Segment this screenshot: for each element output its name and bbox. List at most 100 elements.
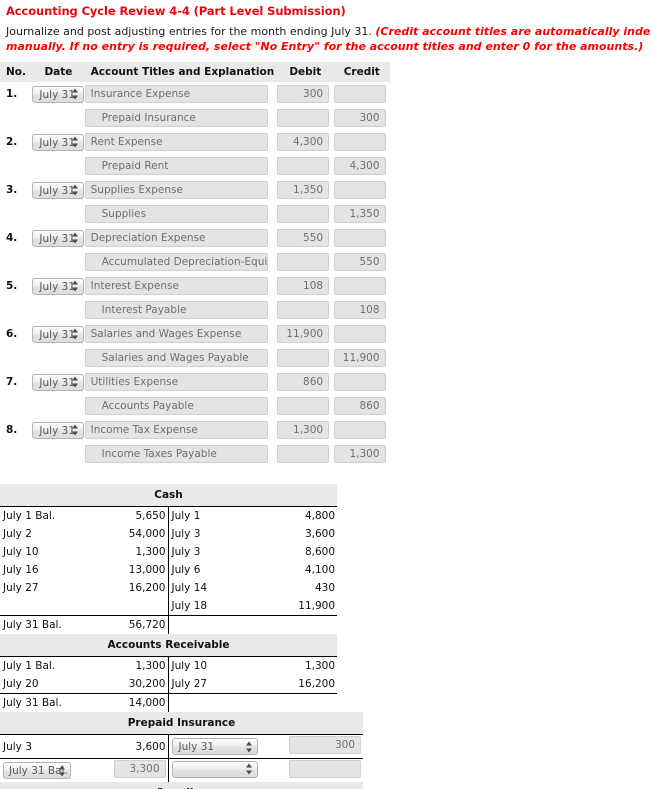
entry-debit-input-4c[interactable] xyxy=(277,301,330,319)
entry-debit-input-6d[interactable]: 860 xyxy=(277,373,330,391)
cash-debit-amount-4: 16,200 xyxy=(128,582,166,594)
entry-credit-input-2d[interactable] xyxy=(333,181,386,199)
entry-number: 2. xyxy=(6,136,18,148)
entry-account-input-0d[interactable]: Insurance Expense xyxy=(84,85,268,103)
ar-debit-amount-0: 1,300 xyxy=(110,656,168,675)
entry-debit-input-3c[interactable] xyxy=(277,253,330,271)
pi-debit-amount-0: 3,600 xyxy=(110,734,168,759)
cash-debit-amount-2: 1,300 xyxy=(135,546,166,558)
entry-credit-input-7d[interactable] xyxy=(333,421,386,439)
entry-debit-input-1c[interactable] xyxy=(277,157,330,175)
pi-credit-input-1[interactable] xyxy=(289,760,361,778)
entry-account-input-6c[interactable]: Accounts Payable xyxy=(84,397,268,415)
entry-account-input-3c[interactable]: Accumulated Depreciation-Equipment xyxy=(84,253,268,271)
ar-credit-label-0: July 10 xyxy=(167,656,278,675)
ledger-row: July 1 Bal. 1,300 July 10 1,300 xyxy=(0,656,338,675)
entry-account-input-3d[interactable]: Depreciation Expense xyxy=(84,229,268,247)
journal-entry-row: 3. July 31 Supplies Expense 1,350 xyxy=(0,178,390,202)
entry-account-input-7c[interactable]: Income Taxes Payable xyxy=(84,445,268,463)
cash-credit-amount-5: 11,900 xyxy=(278,597,338,616)
ar-balance-spacer-1 xyxy=(167,693,278,712)
entry-debit-input-7d[interactable]: 1,300 xyxy=(277,421,330,439)
entry-debit-input-2c[interactable] xyxy=(277,205,330,223)
entry-credit-input-3d[interactable] xyxy=(333,229,386,247)
ar-balance-spacer-2 xyxy=(278,694,337,713)
entry-number: 6. xyxy=(6,328,18,340)
entry-date-select-1-value: July 31 xyxy=(39,136,76,149)
pi-date-select-1[interactable] xyxy=(171,760,258,778)
entry-account-input-6d[interactable]: Utilities Expense xyxy=(84,373,268,391)
page-title: Accounting Cycle Review 4-4 (Part Level … xyxy=(6,4,346,18)
entry-debit-input-1d[interactable]: 4,300 xyxy=(277,133,330,151)
ar-debit-amount-1: 30,200 xyxy=(110,675,168,694)
entry-date-select-1[interactable]: July 31 xyxy=(32,133,85,151)
ledger-row: July 18 11,900 xyxy=(0,597,338,616)
entry-credit-cell xyxy=(333,418,390,442)
updown-arrows-icon xyxy=(72,136,79,148)
entry-debit-cell xyxy=(277,346,333,370)
entry-credit-cell xyxy=(333,274,390,298)
entry-debit-input-3d[interactable]: 550 xyxy=(277,229,330,247)
journal-entry-row: Prepaid Rent 4,300 xyxy=(0,154,390,178)
entry-date-select-7[interactable]: July 31 xyxy=(32,421,85,439)
entry-account-cell: Rent Expense xyxy=(84,130,277,154)
entry-debit-input-5c[interactable] xyxy=(277,349,330,367)
entry-date-select-0[interactable]: July 31 xyxy=(32,85,85,103)
entry-credit-input-1c[interactable]: 4,300 xyxy=(333,157,386,175)
entry-credit-input-0c[interactable]: 300 xyxy=(333,109,386,127)
entry-credit-input-5c[interactable]: 11,900 xyxy=(333,349,386,367)
cash-debit-label-4: July 27 xyxy=(3,582,39,594)
entry-debit-input-6c[interactable] xyxy=(277,397,330,415)
updown-arrows-icon xyxy=(72,280,79,292)
entry-credit-input-3c[interactable]: 550 xyxy=(333,253,386,271)
entry-date-select-6-value: July 31 xyxy=(39,376,76,389)
entry-credit-cell: 11,900 xyxy=(333,346,390,370)
pi-date-select-0[interactable]: July 31 xyxy=(171,738,258,755)
entry-account-input-5d[interactable]: Salaries and Wages Expense xyxy=(84,325,268,343)
entry-account-input-0c[interactable]: Prepaid Insurance xyxy=(84,109,268,127)
entry-credit-input-5d[interactable] xyxy=(333,325,386,343)
updown-arrows-icon xyxy=(72,328,79,340)
cash-balance-amount: 56,720 xyxy=(128,619,166,631)
pi-date-select-0-value: July 31 xyxy=(178,741,215,753)
entry-date-select-5[interactable]: July 31 xyxy=(32,325,85,343)
entry-credit-input-2c[interactable]: 1,350 xyxy=(333,205,386,223)
updown-arrows-icon xyxy=(59,765,66,776)
entry-account-input-1c[interactable]: Prepaid Rent xyxy=(84,157,268,175)
entry-credit-input-4c[interactable]: 108 xyxy=(333,301,386,319)
entry-account-input-2d[interactable]: Supplies Expense xyxy=(84,181,268,199)
entry-account-input-4d[interactable]: Interest Expense xyxy=(84,277,268,295)
entry-account-cell: Depreciation Expense xyxy=(84,226,277,250)
entry-account-input-7d[interactable]: Income Tax Expense xyxy=(84,421,268,439)
entry-account-input-4c[interactable]: Interest Payable xyxy=(84,301,268,319)
pi-credit-input-0[interactable]: 300 xyxy=(289,736,361,754)
entry-debit-input-0d[interactable]: 300 xyxy=(277,85,330,103)
entry-debit-input-5d[interactable]: 11,900 xyxy=(277,325,330,343)
entry-debit-input-0c[interactable] xyxy=(277,109,330,127)
entry-credit-input-6c[interactable]: 860 xyxy=(333,397,386,415)
ar-credit-amount-0: 1,300 xyxy=(278,656,338,675)
entry-credit-input-4d[interactable] xyxy=(333,277,386,295)
pi-balance-select[interactable]: July 31 Bal. xyxy=(3,762,71,779)
entry-date-select-3[interactable]: July 31 xyxy=(32,229,85,247)
entry-date-select-6[interactable]: July 31 xyxy=(32,373,85,391)
entry-account-input-1d[interactable]: Rent Expense xyxy=(84,133,268,151)
entry-account-cell: Income Taxes Payable xyxy=(84,442,277,466)
entry-debit-input-4d[interactable]: 108 xyxy=(277,277,330,295)
entry-account-cell: Utilities Expense xyxy=(84,370,277,394)
entry-debit-input-2d[interactable]: 1,350 xyxy=(277,181,330,199)
entry-credit-input-7c[interactable]: 1,300 xyxy=(333,445,386,463)
entry-account-input-5c[interactable]: Salaries and Wages Payable xyxy=(84,349,268,367)
entry-credit-input-1d[interactable] xyxy=(333,133,386,151)
ar-balance-label: July 31 Bal. xyxy=(3,697,62,709)
entry-account-input-2c[interactable]: Supplies xyxy=(84,205,268,223)
pi-balance-input[interactable]: 3,300 xyxy=(113,760,166,778)
ar-balance-amount: 14,000 xyxy=(128,697,166,709)
column-header-no: No. xyxy=(0,62,33,82)
updown-arrows-icon xyxy=(72,232,79,244)
entry-debit-input-7c[interactable] xyxy=(277,445,330,463)
entry-date-select-2[interactable]: July 31 xyxy=(32,181,85,199)
entry-credit-input-0d[interactable] xyxy=(333,85,386,103)
entry-credit-input-6d[interactable] xyxy=(333,373,386,391)
entry-date-select-4[interactable]: July 31 xyxy=(32,277,85,295)
